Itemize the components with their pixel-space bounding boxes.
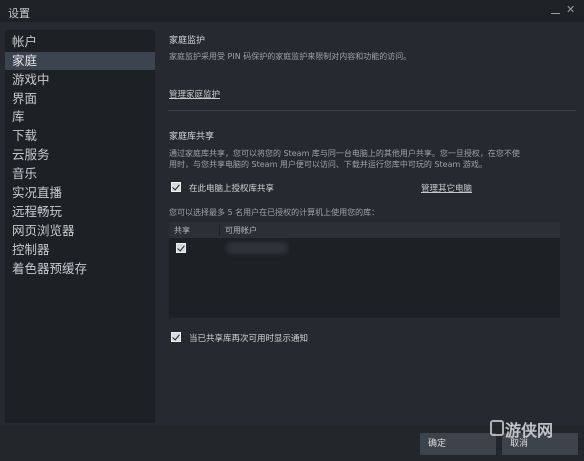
sidebar-item-controller[interactable]: 控制器: [5, 241, 155, 259]
manage-family-view-link[interactable]: 管理家庭监护: [169, 88, 220, 100]
account-name-redacted: [227, 242, 287, 254]
column-divider: [219, 224, 220, 236]
watermark-logo-icon: [490, 420, 504, 436]
sidebar-item-broadcasting[interactable]: 实况直播: [5, 184, 155, 202]
authorize-sharing-label: 在此电脑上授权库共享: [189, 184, 275, 194]
sidebar-item-downloads[interactable]: 下载: [5, 127, 155, 145]
section-divider: [168, 110, 576, 111]
sidebar-item-family[interactable]: 家庭: [5, 52, 155, 70]
manage-other-computers-link[interactable]: 管理其它电脑: [421, 182, 472, 194]
shared-accounts-table: 共享 可用帐户: [169, 222, 560, 318]
settings-sidebar: 帐户 家庭 游戏中 界面 库 下载 云服务 音乐 实况直播 远程畅玩 网页浏览器…: [5, 30, 155, 423]
sidebar-item-in-game[interactable]: 游戏中: [5, 71, 155, 89]
sidebar-item-account[interactable]: 帐户: [5, 33, 155, 51]
notify-label: 当已共享库再次可用时显示通知: [189, 334, 309, 344]
select-users-text: 您可以选择最多 5 名用户在已授权的计算机上使用您的库：: [169, 208, 380, 217]
authorize-sharing-checkbox[interactable]: [171, 182, 181, 192]
title-bar: 设置 ✕: [0, 0, 584, 22]
ok-button[interactable]: 确定: [420, 433, 496, 455]
sidebar-item-library[interactable]: 库: [5, 108, 155, 126]
family-view-description: 家庭监护采用受 PIN 码保护的家庭监护来限制对内容和功能的访问。: [169, 52, 412, 61]
library-sharing-title: 家庭库共享: [169, 132, 215, 142]
library-sharing-description-2: 用时，与您共享电脑的 Steam 用户便可以访问、下载并运行您库中可玩的 Ste…: [169, 160, 487, 169]
family-view-title: 家庭监护: [169, 36, 206, 46]
column-header-share: 共享: [174, 226, 190, 235]
sidebar-item-web-browser[interactable]: 网页浏览器: [5, 222, 155, 240]
window-title: 设置: [8, 7, 30, 20]
watermark: 游侠网: [505, 421, 554, 440]
sidebar-item-music[interactable]: 音乐: [5, 165, 155, 183]
table-header: 共享 可用帐户: [169, 222, 560, 238]
minimize-icon[interactable]: [550, 4, 562, 16]
column-header-accounts: 可用帐户: [225, 226, 257, 235]
sidebar-item-cloud[interactable]: 云服务: [5, 146, 155, 164]
notify-checkbox[interactable]: [171, 332, 181, 342]
sidebar-item-interface[interactable]: 界面: [5, 90, 155, 108]
close-icon[interactable]: ✕: [566, 4, 575, 16]
share-account-checkbox[interactable]: [176, 243, 186, 253]
sidebar-item-remote-play[interactable]: 远程畅玩: [5, 203, 155, 221]
sidebar-item-shader-cache[interactable]: 着色器预缓存: [5, 260, 155, 278]
